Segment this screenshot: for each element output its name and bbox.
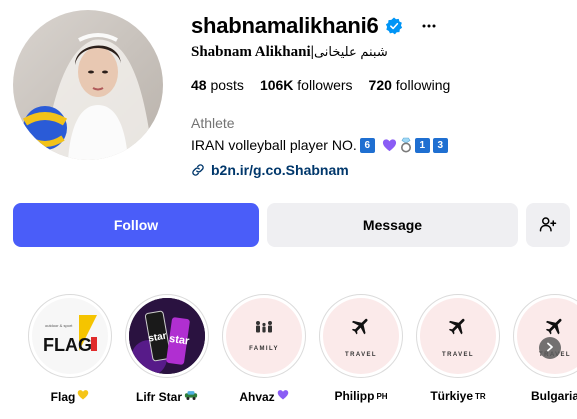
flag-suffix: PH: [376, 391, 388, 401]
highlight-label: Lifr Star: [135, 389, 182, 404]
profile-stats: 48 posts 106K followers 720 following: [191, 77, 450, 93]
flag-logo-icon: FLAG outdoor & sport: [32, 298, 108, 374]
keycap-six-icon: 6: [359, 137, 375, 153]
purple-heart-icon: [277, 389, 289, 404]
highlight-turkiye[interactable]: TRAVEL Türkiye TR: [416, 294, 500, 403]
highlight-sub: TRAVEL: [345, 351, 377, 358]
profile-category: Athlete: [191, 115, 235, 131]
family-icon: FAMILY: [226, 298, 302, 374]
posts-count: 48: [191, 77, 207, 93]
followers-label: followers: [297, 77, 353, 93]
followers-count: 106K: [259, 77, 294, 93]
highlight-flag[interactable]: FLAG outdoor & sport Flag: [28, 294, 112, 404]
recycle-car-icon: [184, 389, 198, 404]
story-highlights: FLAG outdoor & sport Flag star star Lifr…: [0, 290, 577, 419]
star-drink-icon: star star: [129, 298, 205, 374]
keycap-one-icon: 1: [414, 137, 430, 153]
more-options-icon[interactable]: [417, 14, 441, 38]
keycap-three-icon: 3: [432, 137, 448, 153]
following-label: following: [395, 77, 451, 93]
highlight-label: Türkiye: [430, 389, 473, 403]
highlight-philipp[interactable]: TRAVEL Philipp PH: [319, 294, 403, 403]
profile-full-name: Shabnam Alikhani| شبنم علیخانی: [191, 44, 388, 61]
message-button-label: Message: [362, 217, 423, 233]
full-name-latin: Shabnam Alikhani|: [191, 44, 314, 60]
highlight-label: Philipp: [334, 389, 375, 403]
bio-text: IRAN volleyball player NO.: [191, 137, 357, 153]
add-user-icon: [539, 215, 557, 236]
follow-button[interactable]: Follow: [13, 203, 259, 247]
svg-text:FLAG: FLAG: [43, 335, 92, 355]
full-name-persian: شبنم علیخانی: [313, 44, 388, 59]
airplane-icon: [447, 315, 469, 342]
verified-badge-icon: [385, 17, 403, 35]
highlight-lifr-star[interactable]: star star Lifr Star: [125, 294, 209, 404]
message-button[interactable]: Message: [267, 203, 518, 247]
profile-avatar[interactable]: [13, 10, 163, 160]
profile-username: shabnamalikhani6: [191, 13, 379, 38]
chevron-right-icon: [545, 339, 555, 357]
followers-stat[interactable]: 106K followers: [260, 77, 353, 93]
highlights-next-button[interactable]: [539, 337, 561, 359]
ring-icon: [400, 137, 412, 153]
following-count: 720: [368, 77, 392, 93]
highlight-label: Bulgaria: [530, 389, 577, 403]
yellow-heart-icon: [77, 389, 89, 404]
link-text: b2n.ir/g.co.Shabnam: [211, 162, 349, 178]
highlight-sub: FAMILY: [249, 346, 279, 352]
highlight-ahvaz[interactable]: FAMILY Ahvaz: [222, 294, 306, 404]
highlight-label: Ahvaz: [239, 389, 275, 404]
highlight-label: Flag: [50, 389, 76, 404]
svg-text:outdoor & sport: outdoor & sport: [45, 323, 73, 328]
airplane-icon: [350, 315, 372, 342]
flag-suffix: TR: [475, 391, 486, 401]
highlight-sub: TRAVEL: [442, 351, 474, 358]
posts-label: posts: [210, 77, 244, 93]
following-stat[interactable]: 720 following: [369, 77, 451, 93]
profile-link[interactable]: b2n.ir/g.co.Shabnam: [191, 162, 349, 178]
profile-bio: IRAN volleyball player NO. 6 1 3: [191, 137, 448, 153]
follow-button-label: Follow: [113, 217, 159, 233]
suggested-users-button[interactable]: [526, 203, 570, 247]
purple-heart-icon: [382, 138, 397, 153]
link-icon: [191, 163, 205, 177]
posts-stat: 48 posts: [191, 77, 244, 93]
